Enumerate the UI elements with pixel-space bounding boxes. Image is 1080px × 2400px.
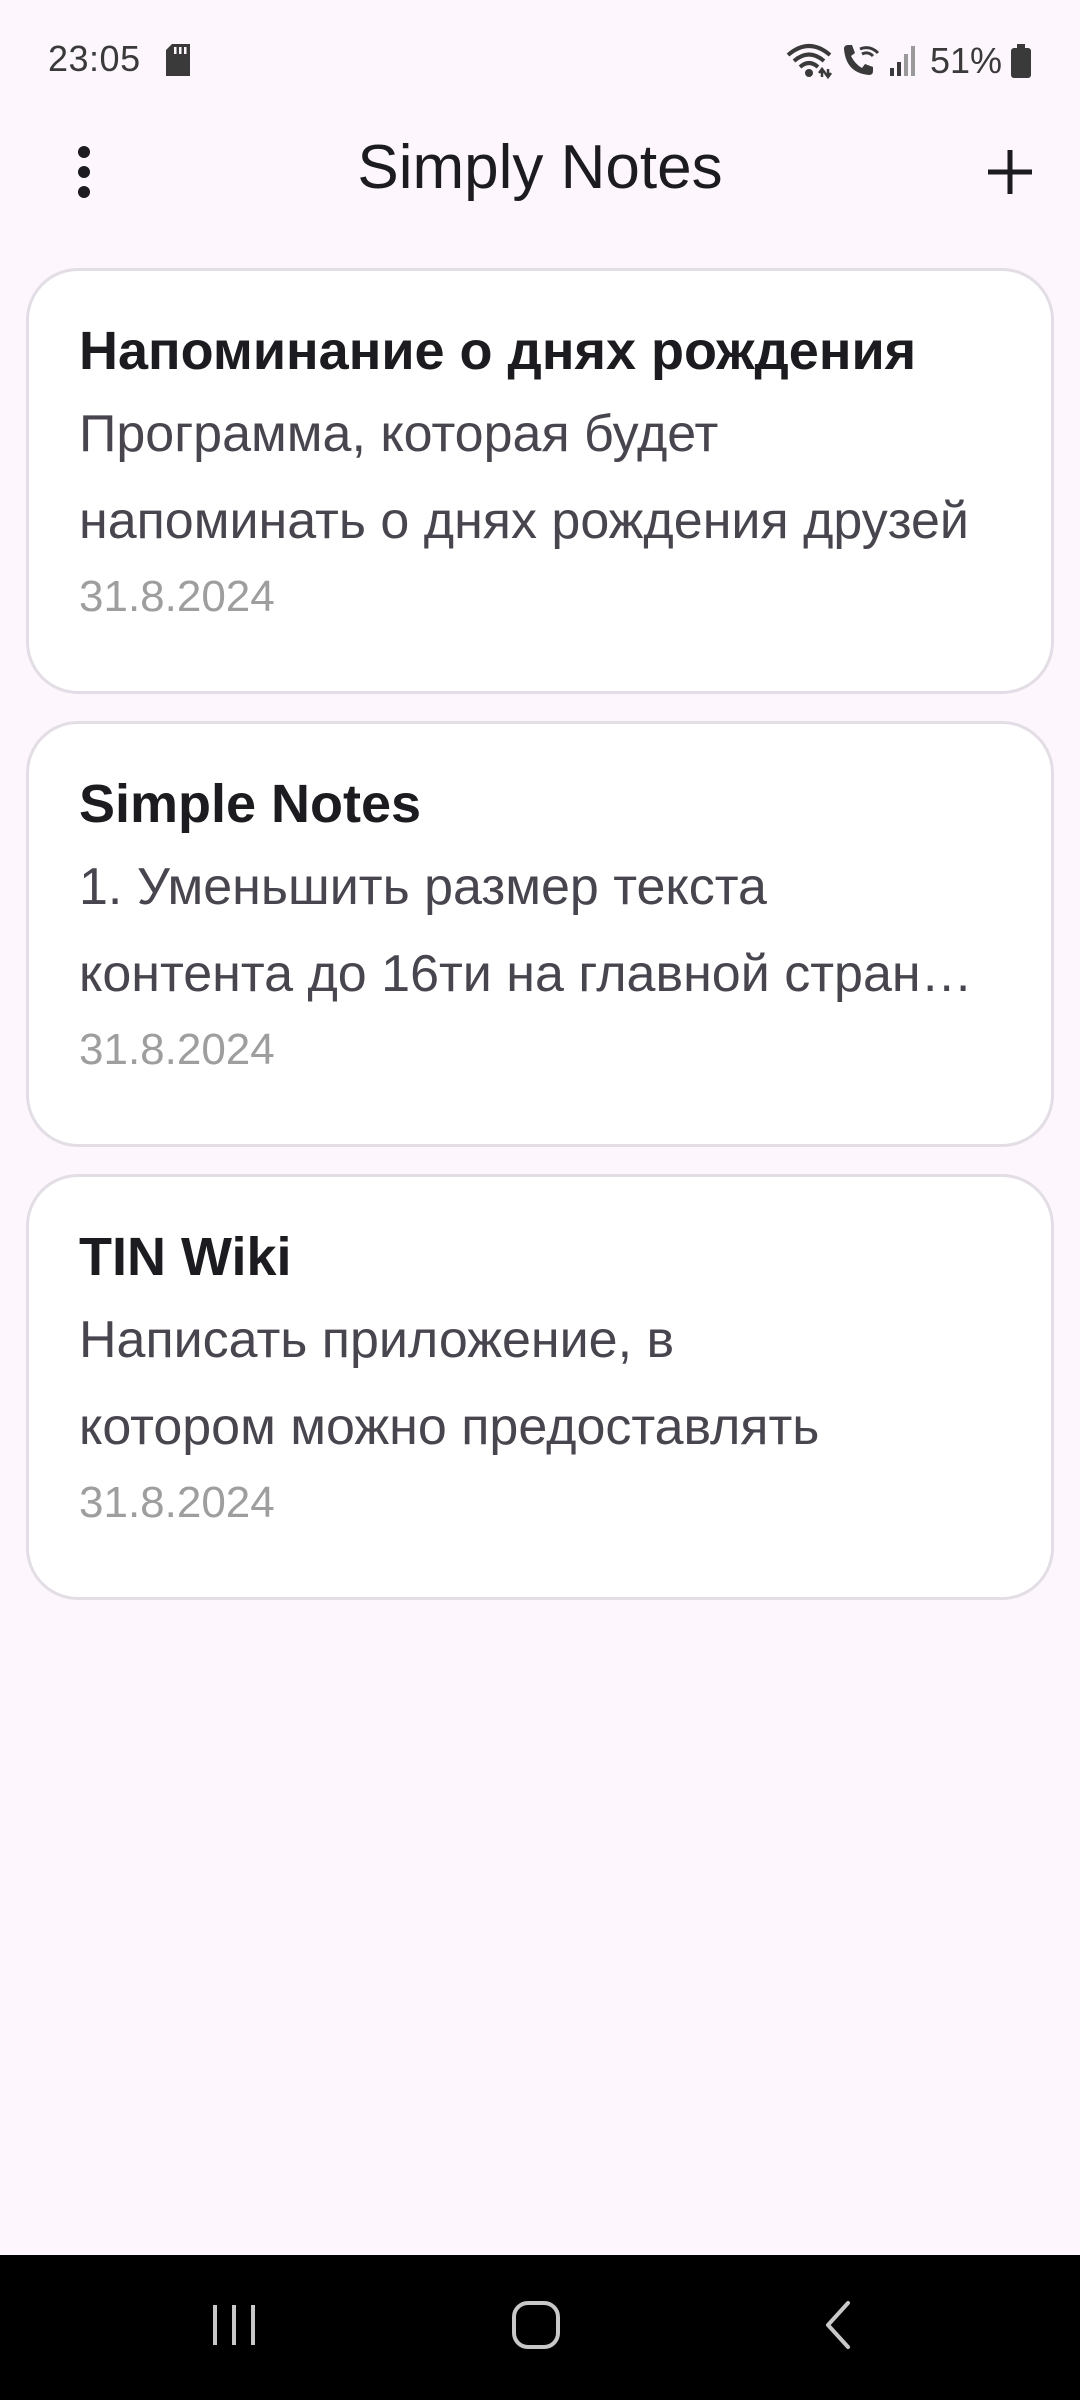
note-date: 31.8.2024 [79,1025,275,1074]
app-bar: Simply Notes [0,120,1080,230]
back-button[interactable] [758,2255,918,2400]
note-content-line: котором можно предоставлять [79,1398,820,1456]
add-note-button[interactable] [970,134,1050,214]
battery-icon [1010,44,1032,78]
sd-card-icon [166,44,190,81]
status-time: 23:05 [48,38,141,79]
wifi-icon [786,43,832,79]
notes-list: Напоминание о днях рождения Программа, к… [26,268,1054,1627]
back-icon [820,2299,856,2356]
navigation-bar [0,2255,1080,2400]
note-title: TIN Wiki [79,1227,292,1287]
recent-apps-icon [209,2301,259,2354]
note-title: Напоминание о днях рождения [79,321,917,381]
note-content-line: контента до 16ти на главной странице [79,945,1001,1003]
app-title: Simply Notes [357,133,723,202]
note-card[interactable]: TIN Wiki Написать приложение, в котором … [26,1174,1054,1600]
recent-apps-button[interactable] [154,2255,314,2400]
note-date: 31.8.2024 [79,572,275,621]
note-content: Программа, которая будет напоминать о дн… [79,391,1001,565]
plus-icon [986,148,1034,201]
note-card[interactable]: Simple Notes 1. Уменьшить размер текста … [26,721,1054,1147]
note-content-line: Программа, которая будет [79,405,719,463]
note-content-line: 1. Уменьшить размер текста [79,858,767,916]
battery-percent: 51% [929,40,1002,81]
note-card[interactable]: Напоминание о днях рождения Программа, к… [26,268,1054,694]
home-icon [510,2299,562,2356]
signal-icon [888,44,918,78]
status-icons: 51% [786,38,1032,84]
note-date: 31.8.2024 [79,1478,275,1527]
note-content: 1. Уменьшить размер текста контента до 1… [79,844,1001,1018]
wifi-calling-icon [840,43,880,79]
status-bar: 23:05 51% [0,0,1080,120]
home-button[interactable] [456,2255,616,2400]
note-title: Simple Notes [79,774,422,834]
note-content-line: напоминать о днях рождения друзей [79,492,969,550]
note-content: Написать приложение, в котором можно пре… [79,1297,1001,1471]
note-content-line: Написать приложение, в [79,1311,675,1369]
